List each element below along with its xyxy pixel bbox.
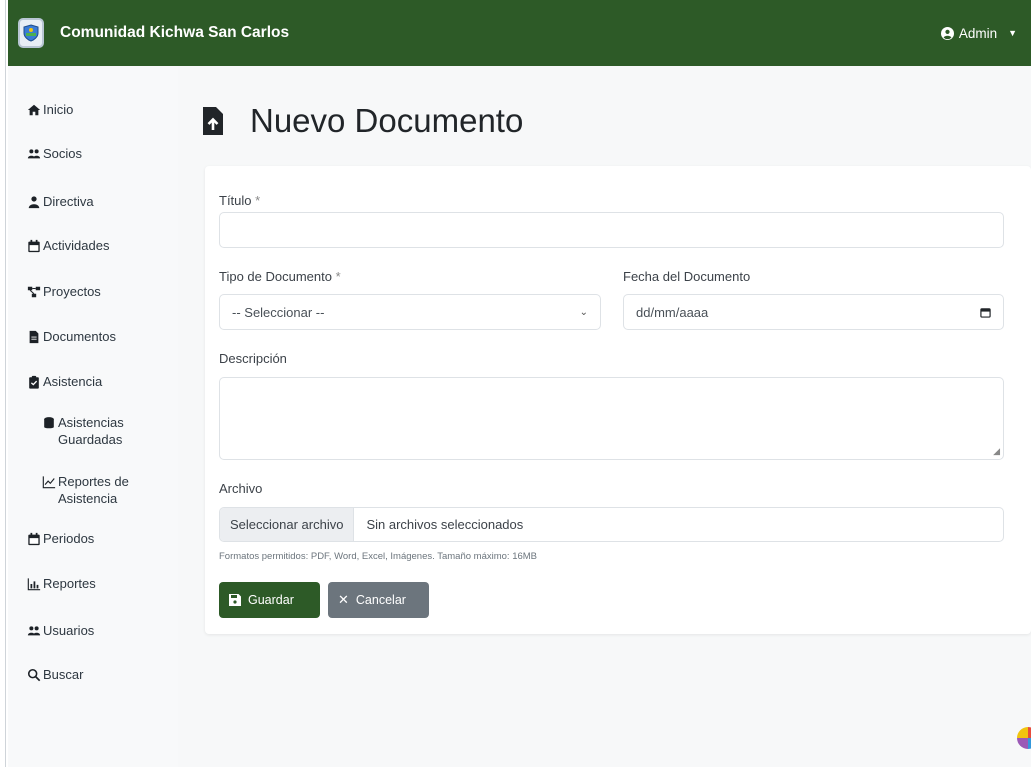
chevron-down-icon: ⌄ [579,306,588,318]
users-cog-icon [27,625,41,635]
archivo-file-input[interactable]: Seleccionar archivo Sin archivos selecci… [219,507,1004,542]
descripcion-label: Descripción [219,351,287,366]
file-icon [29,331,39,344]
save-icon [229,594,241,606]
sidebar-item-inicio[interactable]: Inicio [8,102,178,119]
sidebar-item-buscar[interactable]: Buscar [8,667,178,684]
sidebar: Inicio Socios Directiva Actividades Proy… [8,66,178,767]
sidebar-item-periodos[interactable]: Periodos [8,531,178,548]
database-icon [44,417,54,429]
user-menu[interactable]: Admin ▼ [940,25,1017,41]
resize-handle-icon[interactable]: ◢ [993,447,1000,456]
sidebar-item-asistencias-guardadas[interactable]: Asistencias Guardadas [8,415,178,449]
users-icon [27,149,41,159]
save-button[interactable]: Guardar [219,582,320,618]
clipboard-check-icon [29,376,39,389]
sidebar-item-socios[interactable]: Socios [8,146,178,163]
file-status: Sin archivos seleccionados [366,517,524,532]
chart-line-icon [42,476,56,489]
sidebar-item-proyectos[interactable]: Proyectos [8,284,178,301]
user-name: Admin [958,25,998,41]
extension-badge-icon[interactable] [1017,727,1031,749]
cancel-button[interactable]: ✕ Cancelar [328,582,429,618]
app-title: Comunidad Kichwa San Carlos [60,24,290,41]
descripcion-textarea[interactable]: ◢ [219,377,1004,460]
calendar-icon [28,532,40,545]
choose-file-button[interactable]: Seleccionar archivo [220,508,355,541]
file-upload-icon [203,107,223,135]
window-left-edge [0,0,6,767]
sidebar-item-usuarios[interactable]: Usuarios [8,623,178,640]
top-navbar: Comunidad Kichwa San Carlos Admin ▼ [8,0,1031,66]
fecha-label: Fecha del Documento [623,269,751,284]
calendar-icon [28,239,40,252]
fecha-input[interactable]: dd/mm/aaaa [623,294,1004,330]
caret-down-icon: ▼ [1008,28,1017,38]
user-tie-icon [28,196,40,208]
search-icon [27,669,41,682]
titulo-input[interactable] [219,212,1004,248]
sidebar-item-asistencia[interactable]: Asistencia [8,374,178,391]
close-icon: ✕ [338,592,349,607]
sidebar-item-actividades[interactable]: Actividades [8,238,178,255]
page-title: Nuevo Documento [202,102,523,140]
project-diagram-icon [27,286,41,297]
main-content: Nuevo Documento Título * Tipo de Documen… [178,66,1031,767]
tipo-label: Tipo de Documento * [219,269,341,284]
archivo-label: Archivo [219,481,263,496]
tipo-documento-select[interactable]: -- Seleccionar -- ⌄ [219,294,601,330]
sidebar-item-reportes[interactable]: Reportes [8,576,178,593]
calendar-picker-icon[interactable] [980,307,991,318]
sidebar-item-documentos[interactable]: Documentos [8,329,178,346]
community-logo [18,18,44,48]
titulo-label: Título * [219,193,261,208]
document-form: Título * Tipo de Documento * -- Seleccio… [205,166,1031,634]
archivo-help-text: Formatos permitidos: PDF, Word, Excel, I… [219,551,538,562]
chart-bar-icon [27,578,41,590]
user-circle-icon [940,26,954,40]
brand[interactable]: Comunidad Kichwa San Carlos [18,18,289,48]
sidebar-item-directiva[interactable]: Directiva [8,194,178,211]
sidebar-item-reportes-asistencia[interactable]: Reportes de Asistencia [8,474,178,508]
home-icon [27,104,41,116]
